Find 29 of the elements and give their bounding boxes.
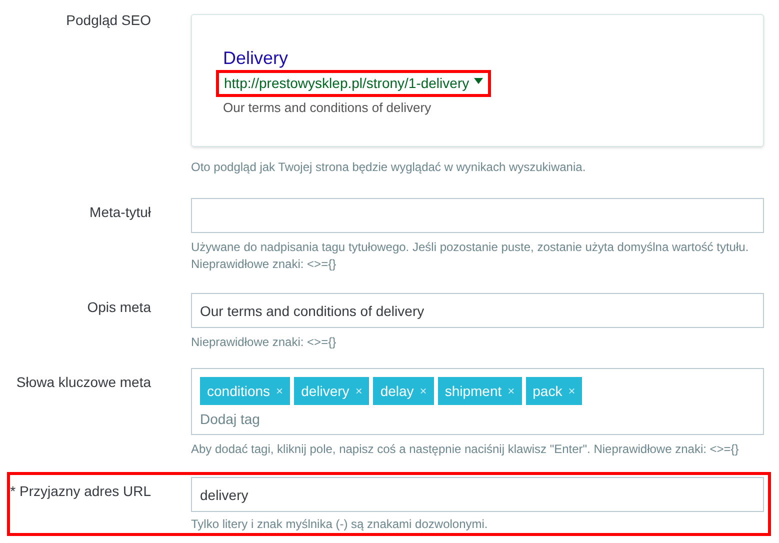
- tag-label: pack: [532, 382, 562, 401]
- preview-url: http://prestowysklep.pl/strony/1-delivery: [224, 74, 470, 93]
- tag-label: conditions: [207, 382, 270, 400]
- tag-placeholder: Dodaj tag: [200, 410, 261, 429]
- tag-label: delay: [380, 382, 414, 401]
- preview-title: Delivery: [223, 47, 288, 69]
- remove-tag-button[interactable]: ×: [276, 382, 284, 400]
- preview-description: Our terms and conditions of delivery: [223, 99, 432, 117]
- help-text: Nieprawidłowe znaki: <>={}: [191, 334, 338, 351]
- help-text: Aby dodać tagi, kliknij pole, napisz coś a następnie naciśnij klawisz "Enter". Nieprawidłowe znaki: <>={}: [191, 441, 740, 458]
- remove-tag-button[interactable]: ×: [508, 382, 515, 400]
- field-label: Podgląd SEO: [66, 11, 151, 30]
- help-text: Tylko litery i znak myślnika (-) są znakami dozwolonymi.: [191, 516, 489, 533]
- caret-icon: [474, 78, 484, 84]
- text-field[interactable]: Our terms and conditions of delivery: [191, 293, 764, 328]
- field-label: * Przyjazny adres URL: [10, 482, 151, 501]
- text-field[interactable]: [191, 198, 764, 233]
- help-text: Oto podgląd jak Twojej strona będzie wyglądać w wynikach wyszukiwania.: [191, 159, 587, 176]
- remove-tag-button[interactable]: ×: [420, 382, 427, 400]
- tag-label: delivery: [301, 382, 350, 401]
- field-label: Opis meta: [87, 298, 151, 317]
- tags-field[interactable]: conditions × delivery × delay × shipment × pack × Dodaj tag: [191, 368, 764, 435]
- text-field[interactable]: delivery: [191, 477, 764, 512]
- remove-tag-button[interactable]: ×: [568, 382, 576, 400]
- remove-tag-button[interactable]: ×: [355, 382, 362, 400]
- field-label: Słowa kluczowe meta: [16, 373, 151, 392]
- tag-label: shipment: [444, 382, 502, 401]
- field-label: Meta-tytuł: [90, 203, 151, 222]
- help-text: Używane do nadpisania tagu tytułowego. Jeśli pozostanie puste, zostanie użyta domyślna wartość tytułu. Nieprawidłowe znaki: <>={}: [191, 239, 750, 273]
